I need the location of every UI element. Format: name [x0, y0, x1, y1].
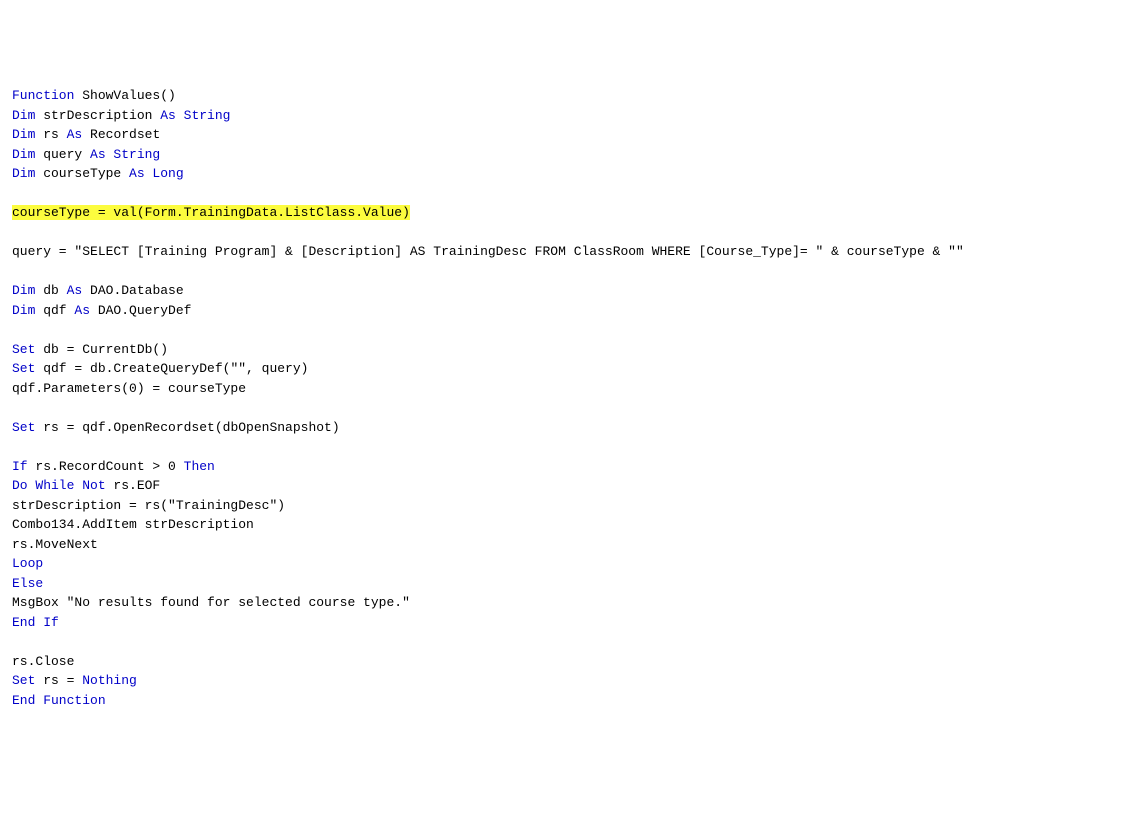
code-line: Dim courseType As Long: [12, 164, 1122, 184]
code-line: query = "SELECT [Training Program] & [De…: [12, 242, 1122, 262]
code-text: MsgBox "No results found for selected co…: [12, 595, 410, 610]
code-line: Do While Not rs.EOF: [12, 476, 1122, 496]
keyword: Then: [184, 459, 215, 474]
code-text: Combo134.AddItem strDescription: [12, 517, 254, 532]
keyword: Dim: [12, 166, 35, 181]
code-line: Dim db As DAO.Database: [12, 281, 1122, 301]
blank-line: [12, 398, 1122, 418]
code-line-highlighted: courseType = val(Form.TrainingData.ListC…: [12, 203, 1122, 223]
code-line: Set rs = qdf.OpenRecordset(dbOpenSnapsho…: [12, 418, 1122, 438]
code-text: query: [35, 147, 90, 162]
code-text: db = CurrentDb(): [35, 342, 168, 357]
blank-line: [12, 262, 1122, 282]
code-text: courseType: [35, 166, 129, 181]
code-text: rs =: [35, 673, 82, 688]
keyword: As: [67, 127, 83, 142]
code-text: rs: [35, 127, 66, 142]
code-text: qdf = db.CreateQueryDef("", query): [35, 361, 308, 376]
code-text: rs.RecordCount > 0: [28, 459, 184, 474]
keyword: Set: [12, 361, 35, 376]
keyword: Do While Not: [12, 478, 106, 493]
keyword: If: [12, 459, 28, 474]
code-line: Dim rs As Recordset: [12, 125, 1122, 145]
keyword: As: [67, 283, 83, 298]
keyword: Dim: [12, 127, 35, 142]
code-line: rs.MoveNext: [12, 535, 1122, 555]
code-line: Combo134.AddItem strDescription: [12, 515, 1122, 535]
highlighted-code: courseType = val(Form.TrainingData.ListC…: [12, 205, 410, 220]
keyword: Else: [12, 576, 43, 591]
keyword: Set: [12, 342, 35, 357]
blank-line: [12, 320, 1122, 340]
code-line: If rs.RecordCount > 0 Then: [12, 457, 1122, 477]
blank-line: [12, 437, 1122, 457]
keyword: Dim: [12, 147, 35, 162]
code-text: DAO.QueryDef: [90, 303, 191, 318]
keyword: End If: [12, 615, 59, 630]
code-text: qdf: [35, 303, 74, 318]
keyword: As String: [160, 108, 230, 123]
code-line: End If: [12, 613, 1122, 633]
code-line: Set rs = Nothing: [12, 671, 1122, 691]
code-text: strDescription: [35, 108, 160, 123]
code-text: strDescription = rs("TrainingDesc"): [12, 498, 285, 513]
keyword: Dim: [12, 108, 35, 123]
blank-line: [12, 184, 1122, 204]
code-line: Function ShowValues(): [12, 86, 1122, 106]
keyword: As: [74, 303, 90, 318]
keyword: Set: [12, 673, 35, 688]
keyword: Function: [12, 88, 74, 103]
keyword: End Function: [12, 693, 106, 708]
code-text: qdf.Parameters(0) = courseType: [12, 381, 246, 396]
code-text: DAO.Database: [82, 283, 183, 298]
code-text: rs = qdf.OpenRecordset(dbOpenSnapshot): [35, 420, 339, 435]
code-line: Set qdf = db.CreateQueryDef("", query): [12, 359, 1122, 379]
code-text: ShowValues(): [74, 88, 175, 103]
code-line: qdf.Parameters(0) = courseType: [12, 379, 1122, 399]
code-line: Loop: [12, 554, 1122, 574]
code-text: rs.EOF: [106, 478, 161, 493]
keyword: As String: [90, 147, 160, 162]
code-line: Else: [12, 574, 1122, 594]
code-line: Dim query As String: [12, 145, 1122, 165]
code-text: Recordset: [82, 127, 160, 142]
blank-line: [12, 632, 1122, 652]
code-line: MsgBox "No results found for selected co…: [12, 593, 1122, 613]
code-text: db: [35, 283, 66, 298]
keyword: Set: [12, 420, 35, 435]
keyword: Dim: [12, 303, 35, 318]
keyword: Dim: [12, 283, 35, 298]
code-line: strDescription = rs("TrainingDesc"): [12, 496, 1122, 516]
code-line: End Function: [12, 691, 1122, 711]
keyword: Loop: [12, 556, 43, 571]
code-text: rs.MoveNext: [12, 537, 98, 552]
code-text: query = "SELECT [Training Program] & [De…: [12, 244, 964, 259]
keyword: As Long: [129, 166, 184, 181]
code-line: Set db = CurrentDb(): [12, 340, 1122, 360]
keyword: Nothing: [82, 673, 137, 688]
blank-line: [12, 223, 1122, 243]
code-line: rs.Close: [12, 652, 1122, 672]
code-line: Dim qdf As DAO.QueryDef: [12, 301, 1122, 321]
code-line: Dim strDescription As String: [12, 106, 1122, 126]
code-text: rs.Close: [12, 654, 74, 669]
